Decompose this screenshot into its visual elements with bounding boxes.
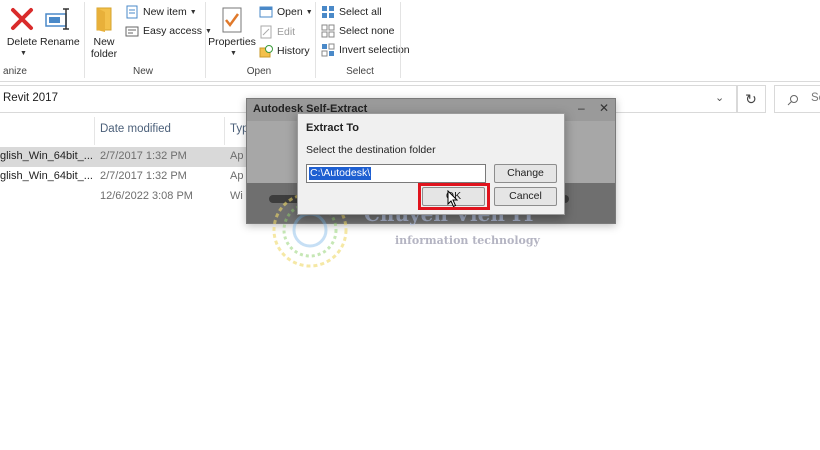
search-placeholder: Se bbox=[811, 92, 820, 104]
ribbon-divider bbox=[205, 2, 206, 78]
group-label-organize: anize bbox=[3, 66, 27, 77]
select-none-button[interactable]: Select none bbox=[321, 24, 394, 38]
rename-icon bbox=[45, 8, 69, 30]
chevron-down-icon: ▼ bbox=[189, 8, 197, 16]
properties-button[interactable]: Properties ▼ bbox=[208, 6, 256, 60]
select-all-icon bbox=[322, 6, 334, 18]
dialog-prompt: Select the destination folder bbox=[306, 144, 436, 156]
history-icon bbox=[259, 45, 273, 58]
rename-label: Rename bbox=[40, 36, 80, 48]
delete-label: Delete bbox=[6, 36, 38, 48]
new-folder-button[interactable]: New folder bbox=[88, 6, 120, 60]
new-item-button[interactable]: New item ▼ bbox=[125, 5, 197, 19]
select-none-label: Select none bbox=[339, 25, 395, 37]
easy-access-icon bbox=[125, 26, 139, 37]
group-label-new: New bbox=[132, 66, 153, 77]
folder-icon bbox=[96, 7, 112, 32]
file-name: glish_Win_64bit_... bbox=[0, 150, 93, 162]
minimize-icon[interactable]: – bbox=[578, 101, 585, 115]
edit-icon bbox=[260, 25, 272, 39]
edit-button[interactable]: Edit bbox=[259, 25, 295, 39]
dialog-title: Extract To bbox=[306, 122, 359, 134]
close-icon[interactable]: ✕ bbox=[599, 101, 609, 115]
cancel-button[interactable]: Cancel bbox=[494, 187, 557, 206]
new-item-icon bbox=[126, 5, 138, 19]
group-label-open: Open bbox=[246, 66, 272, 77]
open-label: Open bbox=[277, 6, 303, 18]
new-folder-label: New folder bbox=[90, 36, 118, 60]
search-icon bbox=[787, 95, 798, 106]
delete-icon bbox=[11, 8, 33, 30]
file-name: glish_Win_64bit_... bbox=[0, 170, 93, 182]
refresh-icon: ↻ bbox=[745, 91, 757, 107]
refresh-button[interactable]: ↻ bbox=[736, 85, 766, 113]
file-date: 12/6/2022 3:08 PM bbox=[100, 190, 193, 202]
column-divider bbox=[224, 117, 225, 145]
open-icon bbox=[259, 6, 273, 18]
search-input[interactable]: Se bbox=[774, 85, 820, 113]
easy-access-label: Easy access bbox=[143, 25, 202, 37]
address-path: Revit 2017 bbox=[3, 92, 58, 104]
select-all-button[interactable]: Select all bbox=[321, 5, 382, 19]
file-type: Ap bbox=[230, 170, 244, 182]
history-button[interactable]: History bbox=[259, 44, 310, 58]
file-type: Wi bbox=[230, 190, 243, 202]
chevron-down-icon: ▼ bbox=[20, 50, 27, 57]
mouse-cursor-icon bbox=[447, 190, 459, 208]
chevron-down-icon[interactable]: ⌄ bbox=[715, 91, 724, 104]
properties-icon bbox=[222, 7, 242, 33]
file-date: 2/7/2017 1:32 PM bbox=[100, 150, 187, 162]
group-label-select: Select bbox=[346, 66, 374, 77]
open-button[interactable]: Open ▼ bbox=[259, 5, 313, 19]
file-type: Ap bbox=[230, 150, 244, 162]
ribbon-divider bbox=[400, 2, 401, 78]
rename-button[interactable]: Rename bbox=[40, 6, 80, 48]
chevron-down-icon: ▼ bbox=[305, 8, 313, 16]
delete-button[interactable]: Delete ▼ bbox=[6, 6, 38, 60]
invert-selection-icon bbox=[321, 43, 335, 57]
ribbon: Delete ▼ Rename anize New folder New ite… bbox=[0, 0, 820, 82]
select-none-icon bbox=[321, 24, 335, 38]
select-all-label: Select all bbox=[339, 6, 382, 18]
destination-path-input[interactable]: C:\Autodesk\ bbox=[306, 164, 486, 183]
chevron-down-icon: ▼ bbox=[230, 50, 237, 57]
watermark-tagline: information technology bbox=[395, 234, 540, 247]
column-header-date[interactable]: Date modified bbox=[100, 123, 171, 135]
ribbon-divider bbox=[84, 2, 85, 78]
change-button[interactable]: Change bbox=[494, 164, 557, 183]
easy-access-button[interactable]: Easy access ▼ bbox=[125, 24, 212, 38]
edit-label: Edit bbox=[277, 26, 296, 38]
column-divider bbox=[94, 117, 95, 145]
file-date: 2/7/2017 1:32 PM bbox=[100, 170, 187, 182]
properties-label: Properties bbox=[208, 36, 256, 48]
invert-selection-button[interactable]: Invert selection bbox=[321, 43, 410, 57]
ribbon-divider bbox=[315, 2, 316, 78]
destination-path-value: C:\Autodesk\ bbox=[307, 166, 373, 181]
history-label: History bbox=[277, 45, 310, 57]
new-item-label: New item bbox=[143, 6, 187, 18]
